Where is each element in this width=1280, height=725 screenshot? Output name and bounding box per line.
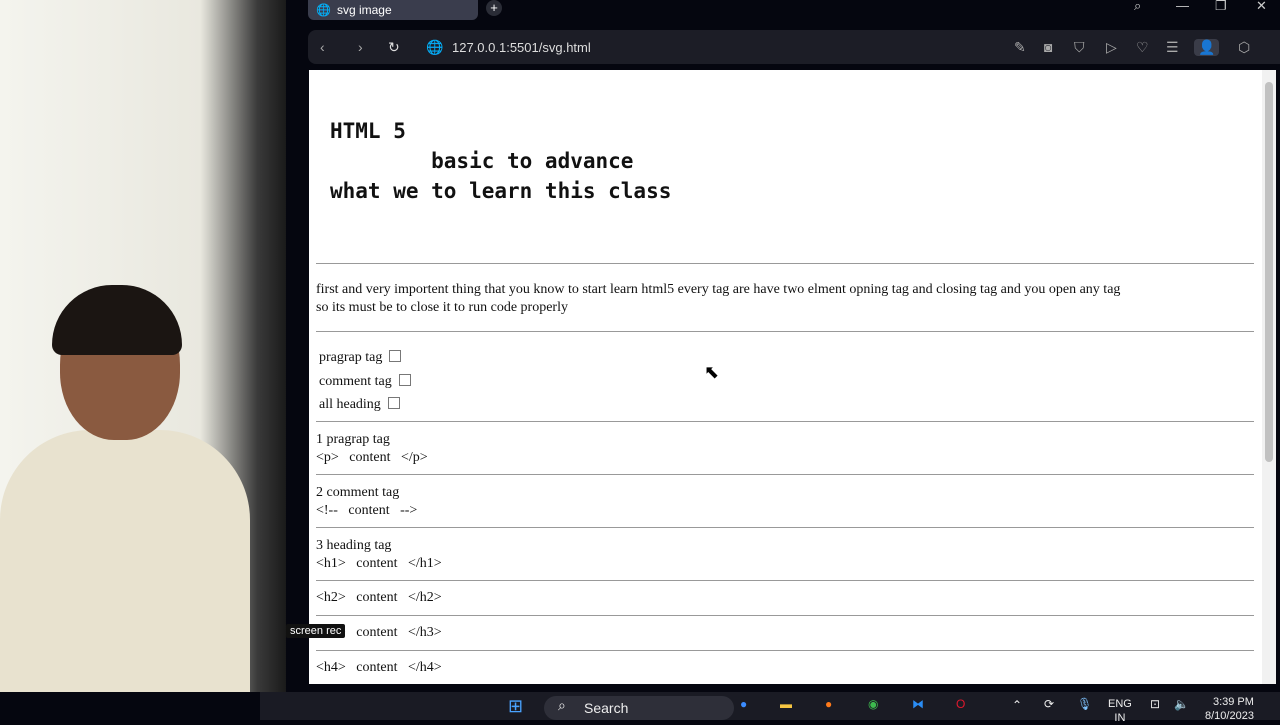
divider [316, 474, 1254, 475]
section-code: <p> content </p> [316, 449, 428, 465]
section-code: <h1> content </h1> [316, 555, 442, 571]
section-code: <!-- content --> [316, 502, 418, 518]
page-heading: HTML 5 basic to advance what we to learn… [330, 119, 672, 203]
maximize-button[interactable]: ❐ [1215, 0, 1227, 14]
search-icon: ⌕ [558, 697, 566, 713]
reload-icon[interactable]: ↻ [388, 39, 400, 56]
minimize-button[interactable]: — [1176, 0, 1189, 13]
file-explorer-icon[interactable]: ▬ [780, 697, 792, 711]
scrollbar-thumb[interactable] [1265, 82, 1273, 462]
intro-text: first and very importent thing that you … [316, 281, 1120, 316]
clock[interactable]: 3:39 PM 8/10/2023 [1205, 695, 1254, 723]
divider [316, 527, 1254, 528]
section: 1 pragrap tag <p> content </p> [316, 431, 428, 466]
firefox-icon[interactable]: ● [825, 697, 832, 711]
person-hair [52, 285, 182, 355]
section: 2 comment tag <!-- content --> [316, 484, 417, 519]
tab-title: svg image [336, 3, 392, 17]
address-bar: ‹ › ↻ 🌐 127.0.0.1:5501/svg.html ✎ ◙ ⛉ ▷ … [308, 30, 1280, 64]
section-code: <h4> content </h4> [316, 660, 442, 675]
globe-icon: 🌐 [316, 3, 331, 17]
language-indicator[interactable]: ENG IN [1108, 697, 1132, 725]
section-code: <h2> content </h2> [316, 590, 442, 605]
menu-icon[interactable]: ☰ [1166, 39, 1179, 56]
url-input[interactable]: 127.0.0.1:5501/svg.html [452, 40, 591, 55]
close-button[interactable]: ✕ [1256, 0, 1267, 14]
opera-icon[interactable]: O [956, 697, 965, 711]
person-body [0, 430, 250, 692]
taskbar: ⊞ Search ⌕ ● ▬ ● ◉ ⧓ O ⌃ ⟳ 🎙 ENG IN ⊡ 🔈 3… [260, 692, 1280, 724]
intro-line: first and very importent thing that you … [316, 282, 1121, 297]
divider [316, 580, 1254, 581]
volume-icon[interactable]: 🔈 [1174, 697, 1189, 711]
camera-icon[interactable]: ◙ [1044, 39, 1052, 55]
vscode-icon[interactable]: ⧓ [912, 697, 924, 711]
divider [316, 421, 1254, 422]
chrome-icon[interactable]: ◉ [868, 697, 878, 711]
divider [316, 650, 1254, 651]
section: 3 heading tag <h1> content </h1> [316, 537, 442, 572]
play-icon[interactable]: ▷ [1106, 39, 1117, 56]
date: 8/10/2023 [1205, 710, 1254, 722]
web-page: HTML 5 basic to advance what we to learn… [309, 70, 1262, 684]
profile-icon[interactable]: 👤 [1194, 38, 1220, 56]
screen-rec-label: screen rec [286, 624, 346, 638]
extensions-icon[interactable]: ⬡ [1238, 39, 1250, 56]
windows-start-icon[interactable]: ⊞ [508, 696, 523, 717]
forward-icon[interactable]: › [358, 39, 363, 55]
section-title: 2 comment tag [316, 485, 400, 500]
checkbox-pragrap-tag[interactable] [389, 350, 402, 362]
checkbox-item[interactable]: all heading [319, 393, 411, 417]
section-title: 3 heading tag [316, 538, 392, 553]
checkbox-label: all heading [319, 397, 381, 412]
site-info-icon[interactable]: 🌐 [426, 39, 443, 56]
language: ENG [1108, 698, 1132, 710]
checkbox-label: pragrap tag [319, 350, 383, 365]
checkbox-label: comment tag [319, 373, 392, 389]
bing-icon[interactable]: ● [740, 697, 747, 711]
heart-icon[interactable]: ♡ [1136, 39, 1149, 56]
webcam-feed [0, 0, 286, 692]
checkbox-item[interactable]: pragrap tag [319, 346, 411, 370]
time: 3:39 PM [1212, 696, 1254, 708]
back-icon[interactable]: ‹ [320, 39, 325, 55]
checkbox-comment-tag[interactable] [398, 373, 411, 386]
chevron-up-icon[interactable]: ⌃ [1012, 698, 1022, 712]
taskbar-search[interactable]: Search [544, 696, 734, 720]
section-title: 1 pragrap tag [316, 432, 390, 447]
new-tab-button[interactable]: + [486, 0, 502, 16]
scrollbar[interactable] [1262, 70, 1276, 684]
network-icon[interactable]: ⊡ [1150, 697, 1160, 711]
microphone-icon[interactable]: 🎙 [1077, 697, 1092, 711]
intro-line: so its must be to close it to run code p… [316, 299, 568, 315]
checkbox-list: pragrap tag comment tag all heading [319, 346, 411, 417]
search-tabs-icon[interactable]: ⌕ [1134, 0, 1141, 14]
region: IN [1114, 712, 1126, 724]
divider [316, 615, 1254, 616]
mouse-cursor-icon: ⬉ [704, 362, 720, 382]
checkbox-all-heading[interactable] [387, 397, 400, 409]
shield-icon[interactable]: ⛉ [1074, 39, 1085, 56]
checkbox-item[interactable]: comment tag [319, 370, 411, 394]
edit-icon[interactable]: ✎ [1014, 39, 1026, 56]
divider [316, 331, 1254, 332]
sync-icon[interactable]: ⟳ [1044, 697, 1054, 711]
tab-svg-image[interactable]: 🌐 svg image [308, 0, 478, 20]
divider [316, 263, 1254, 264]
